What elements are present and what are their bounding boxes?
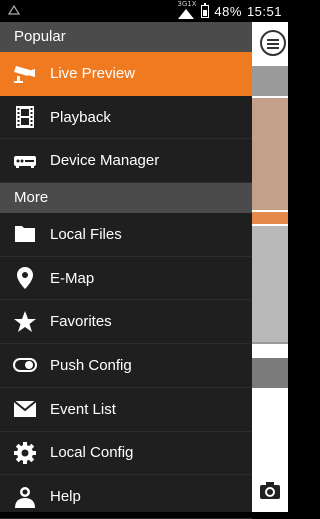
camera-snapshot-icon bbox=[260, 482, 280, 499]
main-content-peek bbox=[252, 22, 288, 512]
nav-item-help[interactable]: Help bbox=[0, 475, 252, 519]
toggle-icon bbox=[12, 352, 38, 378]
nav-item-label: Push Config bbox=[50, 356, 132, 374]
video-tile-footer bbox=[252, 358, 288, 388]
video-tile[interactable] bbox=[252, 98, 288, 210]
video-tile-selected-bar bbox=[252, 212, 288, 224]
snapshot-button[interactable] bbox=[252, 468, 288, 512]
nav-item-playback[interactable]: Playback bbox=[0, 96, 252, 140]
folder-icon bbox=[12, 221, 38, 247]
notification-icon bbox=[8, 5, 20, 15]
nav-item-label: Help bbox=[50, 488, 81, 506]
video-tile[interactable] bbox=[252, 226, 288, 344]
clock: 15:51 bbox=[246, 3, 282, 19]
camera-icon bbox=[12, 60, 38, 86]
nav-item-e-map[interactable]: E-Map bbox=[0, 257, 252, 301]
battery-icon bbox=[201, 2, 210, 18]
nav-item-label: Local Files bbox=[50, 225, 122, 243]
nav-item-label: Event List bbox=[50, 400, 116, 418]
menu-line bbox=[267, 39, 279, 41]
signal-icon: 3G1X bbox=[176, 0, 197, 19]
nav-item-push-config[interactable]: Push Config bbox=[0, 344, 252, 388]
nav-item-live-preview[interactable]: Live Preview bbox=[0, 52, 252, 96]
star-icon bbox=[12, 309, 38, 335]
nav-item-local-files[interactable]: Local Files bbox=[0, 213, 252, 257]
battery-percent: 48% bbox=[214, 3, 242, 19]
nav-item-label: Device Manager bbox=[50, 152, 160, 170]
nav-item-label: Playback bbox=[50, 108, 111, 126]
nav-item-label: Live Preview bbox=[50, 64, 136, 82]
film-icon bbox=[12, 104, 38, 130]
video-tile-header bbox=[252, 66, 288, 96]
menu-line bbox=[267, 43, 279, 45]
envelope-icon bbox=[12, 396, 38, 422]
nav-item-local-config[interactable]: Local Config bbox=[0, 432, 252, 476]
section-header-popular: Popular bbox=[0, 22, 252, 52]
nav-item-label: Local Config bbox=[50, 444, 134, 462]
status-bar: 3G1X 48% 15:51 bbox=[0, 0, 288, 22]
menu-line bbox=[267, 47, 279, 49]
map-pin-icon bbox=[12, 265, 38, 291]
nav-item-favorites[interactable]: Favorites bbox=[0, 300, 252, 345]
device-icon bbox=[12, 148, 38, 174]
nav-item-label: Favorites bbox=[50, 313, 112, 331]
nav-item-event-list[interactable]: Event List bbox=[0, 388, 252, 432]
gear-icon bbox=[12, 440, 38, 466]
person-icon bbox=[12, 484, 38, 510]
nav-item-device-manager[interactable]: Device Manager bbox=[0, 139, 252, 184]
section-header-more: More bbox=[0, 183, 252, 214]
navigation-drawer: Popular Live Preview Playback Device Man… bbox=[0, 22, 252, 519]
menu-button[interactable] bbox=[260, 30, 286, 56]
network-type-label: 3G1X bbox=[177, 0, 197, 8]
nav-item-label: E-Map bbox=[50, 269, 95, 287]
